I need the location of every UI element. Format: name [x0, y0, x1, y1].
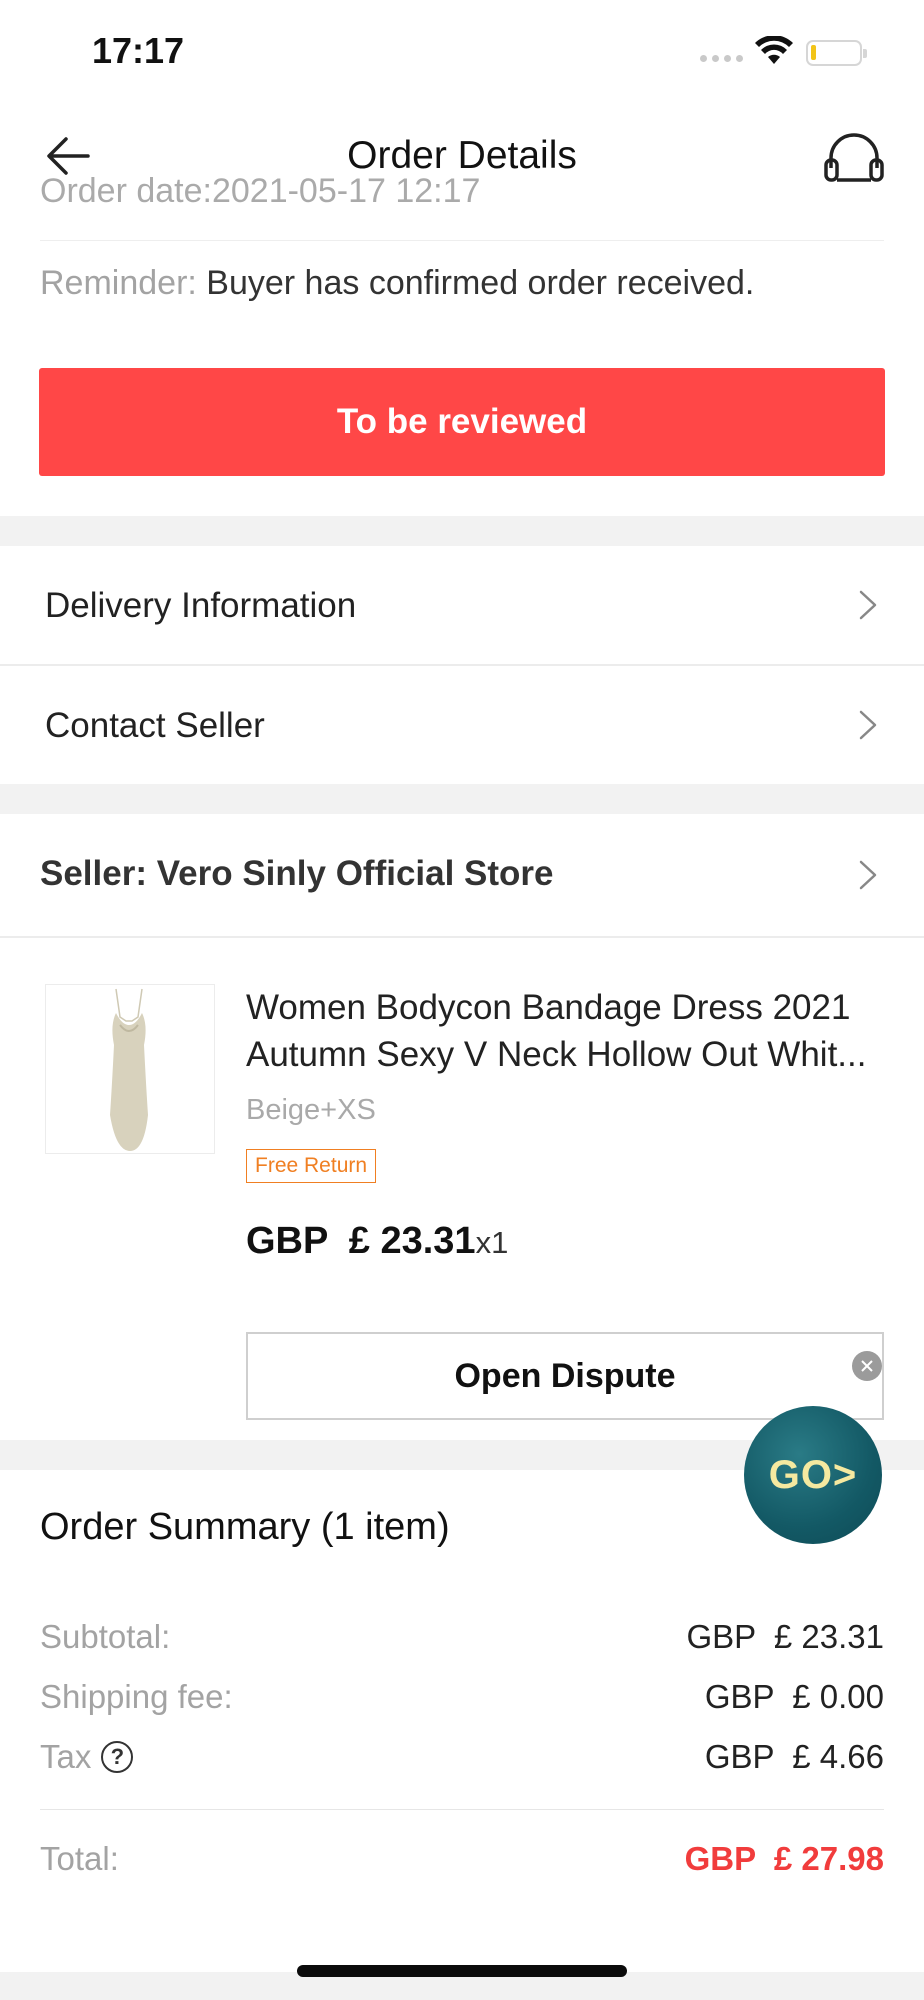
- close-icon[interactable]: [852, 1351, 882, 1381]
- product-variant: Beige+XS: [246, 1094, 376, 1126]
- delivery-information-row[interactable]: Delivery Information: [0, 546, 924, 664]
- product-title-line: Women Bodycon Bandage Dress 2021: [246, 988, 851, 1027]
- tax-label: Tax: [40, 1738, 92, 1775]
- product-price: GBP £ 23.31x1: [246, 1220, 508, 1263]
- chevron-right-icon: [859, 710, 877, 740]
- battery-icon: [806, 40, 867, 66]
- section-gap: [0, 784, 924, 814]
- wifi-icon: [755, 36, 793, 64]
- delivery-information-label: Delivery Information: [45, 586, 357, 625]
- product-image[interactable]: [45, 984, 215, 1154]
- seller-row[interactable]: Seller: Vero Sinly Official Store: [0, 814, 924, 936]
- order-summary-title: Order Summary (1 item): [40, 1506, 450, 1548]
- shipping-row: Shipping fee: GBP £ 0.00: [40, 1678, 884, 1716]
- chevron-right-icon: [859, 590, 877, 620]
- price-amount: GBP £ 23.31: [246, 1220, 476, 1262]
- order-date: Order date:2021-05-17 12:17: [40, 172, 481, 204]
- headset-icon: [824, 133, 884, 182]
- signal-icon: [700, 55, 743, 62]
- to-be-reviewed-button[interactable]: To be reviewed: [39, 368, 885, 476]
- go-floating-button[interactable]: GO>: [744, 1406, 882, 1544]
- divider: [40, 240, 884, 241]
- subtotal-row: Subtotal: GBP £ 23.31: [40, 1618, 884, 1656]
- help-icon[interactable]: ?: [101, 1741, 134, 1773]
- home-indicator[interactable]: [297, 1965, 627, 1977]
- product-title-line: Autumn Sexy V Neck Hollow Out Whit...: [246, 1035, 867, 1074]
- customer-service-button[interactable]: [820, 124, 888, 192]
- subtotal-label: Subtotal:: [40, 1618, 171, 1655]
- total-row: Total: GBP £ 27.98: [40, 1840, 884, 1878]
- section-gap: [0, 516, 924, 546]
- product-quantity: x1: [475, 1225, 509, 1260]
- reminder-label: Reminder:: [40, 264, 197, 302]
- contact-seller-row[interactable]: Contact Seller: [0, 666, 924, 784]
- shipping-value: GBP £ 0.00: [704, 1678, 884, 1715]
- divider: [40, 1809, 884, 1810]
- free-return-badge: Free Return: [246, 1149, 377, 1183]
- status-bar: 17:17: [0, 0, 924, 100]
- tax-label-group: Tax ?: [40, 1738, 134, 1776]
- tax-row: Tax ? GBP £ 4.66: [40, 1738, 884, 1776]
- total-label: Total:: [40, 1840, 119, 1877]
- tax-value: GBP £ 4.66: [704, 1738, 884, 1775]
- reminder-text: Buyer has confirmed order received.: [206, 264, 755, 302]
- status-time: 17:17: [92, 30, 185, 71]
- chevron-right-icon: [859, 860, 877, 890]
- subtotal-value: GBP £ 23.31: [686, 1618, 884, 1655]
- product-title[interactable]: Women Bodycon Bandage Dress 2021 Autumn …: [246, 984, 886, 1078]
- shipping-label: Shipping fee:: [40, 1678, 233, 1715]
- dress-thumbnail-icon: [110, 988, 148, 1151]
- contact-seller-label: Contact Seller: [45, 706, 265, 745]
- open-dispute-button[interactable]: Open Dispute: [246, 1332, 884, 1420]
- total-value: GBP £ 27.98: [684, 1840, 884, 1877]
- seller-name: Seller: Vero Sinly Official Store: [40, 854, 554, 893]
- order-reminder: Reminder: Buyer has confirmed order rece…: [40, 264, 754, 303]
- divider: [0, 936, 924, 938]
